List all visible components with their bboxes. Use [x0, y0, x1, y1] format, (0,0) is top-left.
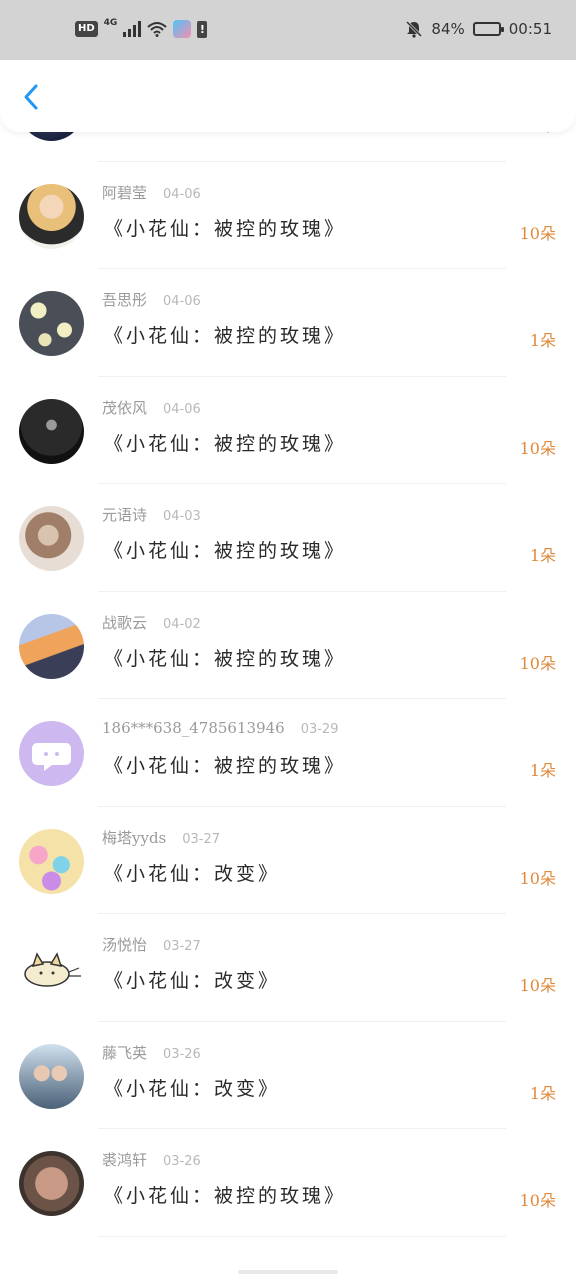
network-label: 4G — [103, 18, 118, 28]
list-item[interactable]: 裘鸿轩 03-26 《小花仙：被控的玫瑰》 10朵 — [0, 1129, 576, 1237]
item-date: 03-27 — [163, 939, 201, 954]
avatar-anime[interactable] — [19, 828, 84, 894]
list-item[interactable]: 吾思彤 04-06 《小花仙：被控的玫瑰》 1朵 — [0, 269, 576, 377]
avatar-bluenight[interactable] — [19, 132, 84, 141]
user-name[interactable]: 战歌云 — [102, 612, 147, 633]
list-item[interactable]: 汤悦怡 03-27 《小花仙：改变》 10朵 — [0, 914, 576, 1022]
item-meta: 阿碧莹 04-06 — [102, 182, 201, 203]
list-item[interactable]: 阿碧莹 04-06 《小花仙：被控的玫瑰》 10朵 — [0, 162, 576, 269]
item-meta: 藤飞英 03-26 — [102, 1042, 201, 1063]
avatar-couple[interactable] — [19, 1043, 84, 1109]
item-meta: 汤悦怡 03-27 — [102, 934, 201, 955]
item-date: 04-03 — [163, 509, 201, 524]
book-title[interactable]: 《小花仙：被控的玫瑰》 — [104, 321, 346, 348]
book-title[interactable]: 《小花仙：改变》 — [104, 966, 280, 993]
item-date: 04-02 — [163, 616, 201, 632]
user-name[interactable]: 吾思彤 — [102, 289, 147, 310]
flower-count: 10朵 — [519, 868, 556, 888]
item-date: 04-06 — [163, 294, 201, 309]
gift-record-list[interactable]: 《小花仙：改变》 10朵 阿碧莹 04-06 《小花仙：被控的玫瑰》 10朵 吾… — [0, 132, 576, 1280]
book-title[interactable]: 《小花仙：被控的玫瑰》 — [104, 644, 346, 671]
item-meta: 裘鸿轩 03-26 — [102, 1149, 201, 1170]
avatar-cat[interactable] — [19, 936, 84, 1001]
user-name[interactable]: 梅塔yyds — [102, 827, 166, 848]
flower-count: 10朵 — [520, 132, 556, 136]
avatar-sunset[interactable] — [19, 613, 84, 679]
list-item[interactable]: 战歌云 04-02 《小花仙：被控的玫瑰》 10朵 — [0, 592, 576, 699]
user-name[interactable]: 阿碧莹 — [102, 182, 147, 203]
avatar-girl[interactable] — [19, 183, 84, 249]
item-meta: 梅塔yyds 03-27 — [102, 827, 220, 848]
flower-count: 10朵 — [519, 653, 556, 673]
list-item[interactable]: 茂依风 04-06 《小花仙：被控的玫瑰》 10朵 — [0, 377, 576, 484]
flower-count: 1朵 — [529, 761, 556, 780]
user-name[interactable]: 186***638_4785613946 — [102, 719, 285, 737]
item-date: 03-26 — [163, 1046, 201, 1062]
status-right: 84% 00:51 — [405, 20, 552, 38]
flower-count: 1朵 — [529, 1083, 556, 1103]
avatar-floral[interactable] — [19, 291, 84, 356]
user-name[interactable]: 裘鸿轩 — [102, 1149, 147, 1170]
flower-count: 10朵 — [519, 1191, 556, 1210]
wifi-icon — [147, 22, 167, 37]
flower-count: 10朵 — [519, 223, 556, 243]
battery-icon — [472, 22, 504, 36]
flower-count: 1朵 — [529, 546, 556, 565]
clock: 00:51 — [508, 20, 552, 38]
app-notification-icon — [173, 20, 192, 38]
list-item[interactable]: 梅塔yyds 03-27 《小花仙：改变》 10朵 — [0, 807, 576, 914]
item-date: 04-06 — [163, 186, 201, 202]
list-item[interactable]: 186***638_4785613946 03-29 《小花仙：被控的玫瑰》 1… — [0, 699, 576, 807]
item-date: 03-26 — [163, 1154, 201, 1169]
cat-drawing-icon — [24, 952, 81, 987]
status-left: HD 4G ! — [75, 18, 208, 38]
avatar-default[interactable] — [19, 721, 84, 786]
item-date: 03-27 — [182, 831, 221, 847]
gesture-bar — [238, 1270, 338, 1274]
book-title[interactable]: 《小花仙：改变》 — [104, 132, 280, 133]
status-bar: HD 4G ! 84% 00:51 — [0, 0, 576, 60]
book-title[interactable]: 《小花仙：被控的玫瑰》 — [104, 751, 346, 778]
book-title[interactable]: 《小花仙：改变》 — [104, 1074, 280, 1101]
mute-bell-icon — [406, 20, 423, 38]
flower-count: 10朵 — [519, 438, 556, 458]
list-item[interactable]: 藤飞英 03-26 《小花仙：改变》 1朵 — [0, 1022, 576, 1129]
gift-record-list-inner: 《小花仙：改变》 10朵 阿碧莹 04-06 《小花仙：被控的玫瑰》 10朵 吾… — [0, 132, 576, 1237]
top-nav-bar — [0, 60, 576, 132]
flower-count: 10朵 — [519, 976, 556, 995]
item-meta: 茂依风 04-06 — [102, 397, 201, 418]
divider — [98, 1235, 506, 1237]
avatar-dark[interactable] — [19, 398, 84, 464]
book-title[interactable]: 《小花仙：被控的玫瑰》 — [104, 429, 346, 456]
alert-icon: ! — [197, 20, 208, 38]
flower-count: 1朵 — [529, 331, 556, 350]
item-date: 04-06 — [163, 401, 201, 417]
user-name[interactable]: 藤飞英 — [102, 1042, 147, 1063]
user-name[interactable]: 元语诗 — [102, 504, 147, 525]
chat-bubble-icon — [32, 743, 71, 771]
book-title[interactable]: 《小花仙：被控的玫瑰》 — [104, 1181, 346, 1208]
avatar-pig[interactable] — [19, 1151, 84, 1216]
item-date: 03-29 — [300, 722, 339, 737]
book-title[interactable]: 《小花仙：被控的玫瑰》 — [104, 536, 346, 563]
chevron-left-icon[interactable] — [18, 82, 48, 112]
book-title[interactable]: 《小花仙：被控的玫瑰》 — [104, 214, 346, 241]
item-meta: 吾思彤 04-06 — [102, 289, 201, 310]
user-name[interactable]: 茂依风 — [102, 397, 147, 418]
item-meta: 元语诗 04-03 — [102, 504, 201, 525]
item-meta: 186***638_4785613946 03-29 — [102, 719, 338, 737]
book-title[interactable]: 《小花仙：改变》 — [104, 859, 280, 886]
avatar-shell[interactable] — [19, 506, 84, 571]
list-item[interactable]: 《小花仙：改变》 10朵 — [0, 132, 576, 162]
signal-icon — [123, 21, 142, 37]
list-item[interactable]: 元语诗 04-03 《小花仙：被控的玫瑰》 1朵 — [0, 484, 576, 592]
user-name[interactable]: 汤悦怡 — [102, 934, 147, 955]
item-meta: 战歌云 04-02 — [102, 612, 201, 633]
battery-percent: 84% — [431, 20, 465, 38]
hd-badge: HD — [75, 21, 98, 37]
